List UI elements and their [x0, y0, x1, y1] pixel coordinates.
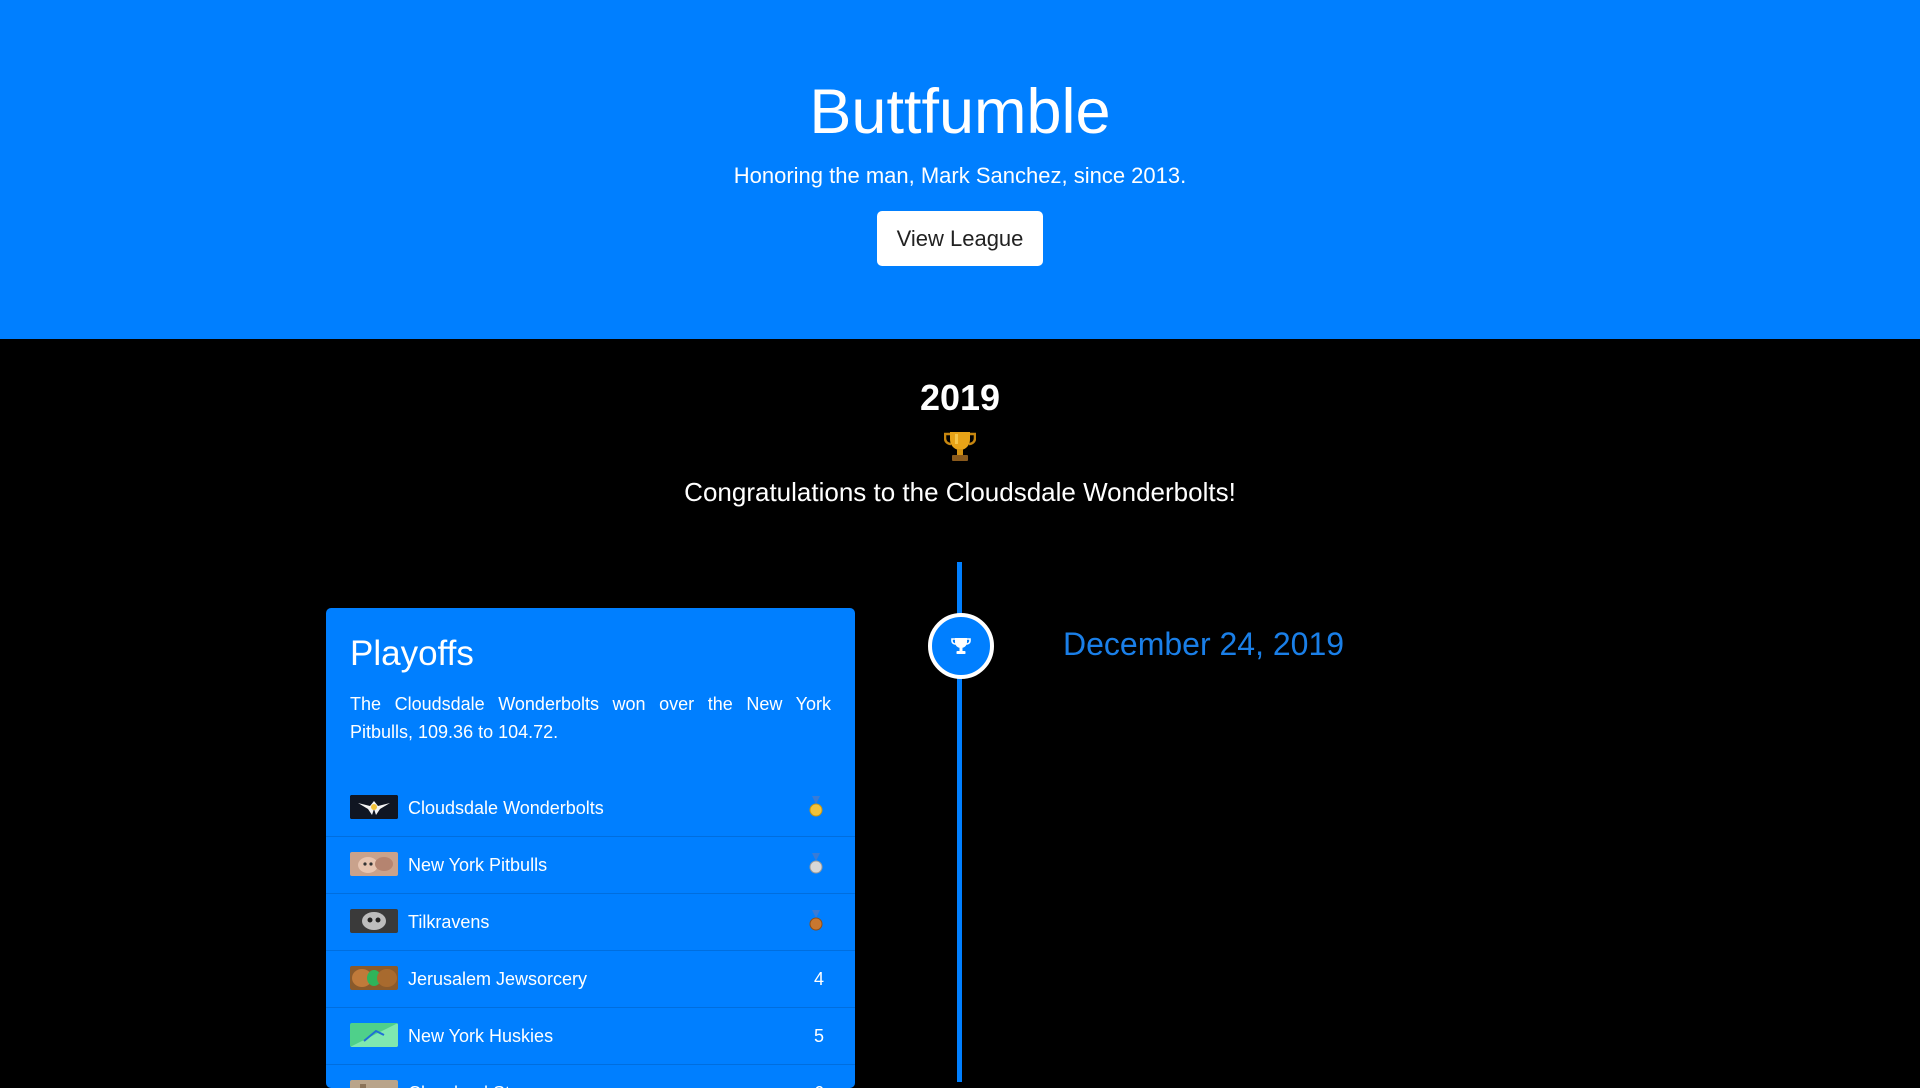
list-item: Cloudsdale Wonderbolts [326, 780, 855, 837]
trophy-icon [951, 638, 971, 654]
timeline-marker [928, 613, 994, 679]
team-name: New York Pitbulls [408, 855, 548, 875]
list-item: New York Pitbulls [326, 837, 855, 894]
card-title: Playoffs [350, 634, 474, 673]
team-name: Tilkravens [408, 912, 490, 932]
list-item: Jerusalem Jewsorcery 4 [326, 951, 855, 1008]
season-section: 2019 Congratulations to the Cloudsdale W… [0, 339, 1920, 1088]
view-league-button[interactable]: View League [877, 211, 1043, 266]
gold-medal-icon [809, 796, 823, 818]
standings-list: Cloudsdale Wonderbolts New York Pitbulls… [326, 780, 855, 1088]
hero-banner: Buttfumble Honoring the man, Mark Sanche… [0, 0, 1920, 339]
silver-medal-icon [809, 853, 823, 875]
trophy-icon [943, 429, 977, 463]
team-logo [350, 852, 398, 876]
timeline-date: December 24, 2019 [1063, 626, 1345, 662]
team-rank: 6 [814, 1080, 824, 1088]
bronze-medal-icon [809, 910, 823, 932]
team-name: Cleveland Steamers [408, 1080, 570, 1088]
list-item: Tilkravens [326, 894, 855, 951]
team-logo [350, 966, 398, 990]
team-logo [350, 795, 398, 819]
team-logo [350, 1080, 398, 1088]
champion-message: Congratulations to the Cloudsdale Wonder… [684, 477, 1236, 507]
team-logo [350, 1023, 398, 1047]
playoffs-summary: The Cloudsdale Wonderbolts won over the … [350, 694, 831, 742]
list-item: Cleveland Steamers 6 [326, 1065, 855, 1088]
team-name: Jerusalem Jewsorcery [408, 969, 588, 989]
site-subtitle: Honoring the man, Mark Sanchez, since 20… [733, 163, 1187, 188]
team-rank: 4 [813, 969, 824, 989]
season-year: 2019 [919, 377, 1001, 418]
team-name: New York Huskies [408, 1026, 554, 1046]
site-title: Buttfumble [809, 77, 1111, 147]
playoffs-card: Playoffs The Cloudsdale Wonderbolts won … [326, 608, 855, 1088]
team-name: Cloudsdale Wonderbolts [408, 798, 604, 818]
team-rank: 5 [813, 1026, 824, 1046]
team-logo [350, 909, 398, 933]
list-item: New York Huskies 5 [326, 1008, 855, 1065]
